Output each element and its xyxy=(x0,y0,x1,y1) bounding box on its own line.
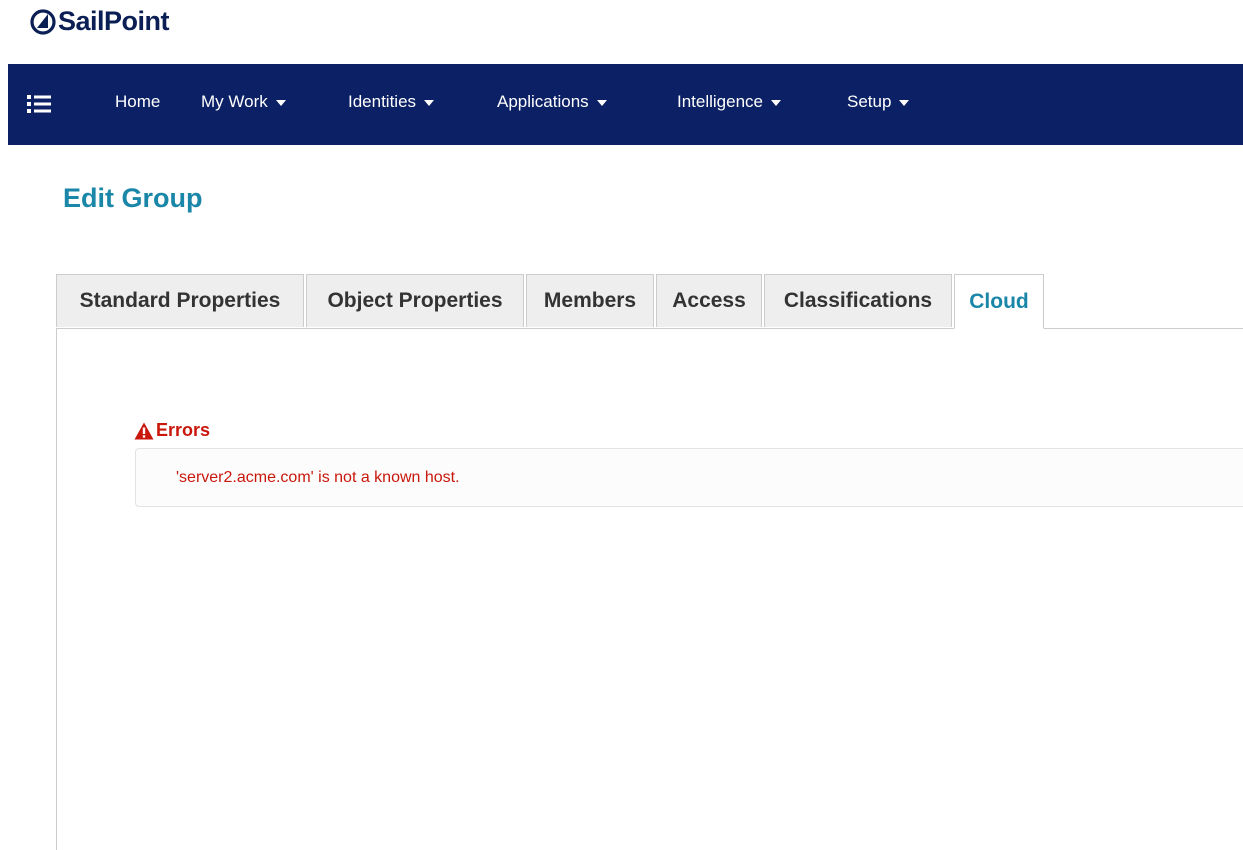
error-message-box: 'server2.acme.com' is not a known host. xyxy=(135,448,1243,507)
nav-item-identities[interactable]: Identities xyxy=(348,92,435,112)
tab-label: Access xyxy=(672,289,746,312)
page-title: Edit Group xyxy=(63,183,203,213)
sailpoint-logo-icon xyxy=(30,8,56,35)
nav-item-label: Applications xyxy=(497,92,589,111)
caret-down-icon xyxy=(424,100,435,106)
nav-item-label: My Work xyxy=(201,92,268,111)
caret-down-icon xyxy=(771,100,782,106)
caret-down-icon xyxy=(899,100,910,106)
nav-item-label: Identities xyxy=(348,92,417,111)
tab-label: Members xyxy=(543,289,637,312)
tab-bar: Standard Properties Object Properties Me… xyxy=(56,274,1243,329)
caret-down-icon xyxy=(275,100,286,106)
tab-label: Object Properties xyxy=(327,289,503,312)
warning-triangle-icon xyxy=(134,422,154,439)
nav-item-home[interactable]: Home xyxy=(115,92,160,112)
nav-item-setup[interactable]: Setup xyxy=(847,92,910,112)
tab-members[interactable]: Members xyxy=(526,274,654,327)
tab-label: Standard Properties xyxy=(79,289,281,312)
tab-standard-properties[interactable]: Standard Properties xyxy=(56,274,304,327)
tab-label: Classifications xyxy=(783,289,933,312)
caret-down-icon xyxy=(596,100,607,106)
tab-access[interactable]: Access xyxy=(656,274,762,327)
sailpoint-logo[interactable]: SailPoint xyxy=(30,6,170,37)
nav-item-label: Setup xyxy=(847,92,892,111)
errors-heading: Errors xyxy=(134,420,210,441)
nav-item-label: Home xyxy=(115,92,161,111)
nav-item-label: Intelligence xyxy=(677,92,764,111)
tab-label: Cloud xyxy=(969,289,1029,313)
tab-cloud[interactable]: Cloud xyxy=(954,274,1044,329)
errors-heading-label: Errors xyxy=(156,420,211,440)
nav-item-my-work[interactable]: My Work xyxy=(201,92,286,112)
nav-item-applications[interactable]: Applications xyxy=(497,92,607,112)
nav-item-intelligence[interactable]: Intelligence xyxy=(677,92,782,112)
brand-name: SailPoint xyxy=(58,6,170,36)
header-logo-bar: SailPoint xyxy=(0,0,1243,64)
tab-classifications[interactable]: Classifications xyxy=(764,274,952,327)
tab-panel-cloud xyxy=(56,328,1243,850)
list-menu-icon[interactable] xyxy=(26,93,52,115)
error-message: 'server2.acme.com' is not a known host. xyxy=(176,469,460,486)
main-navbar: Home My Work Identities Applications Int… xyxy=(8,64,1243,145)
tab-object-properties[interactable]: Object Properties xyxy=(306,274,524,327)
